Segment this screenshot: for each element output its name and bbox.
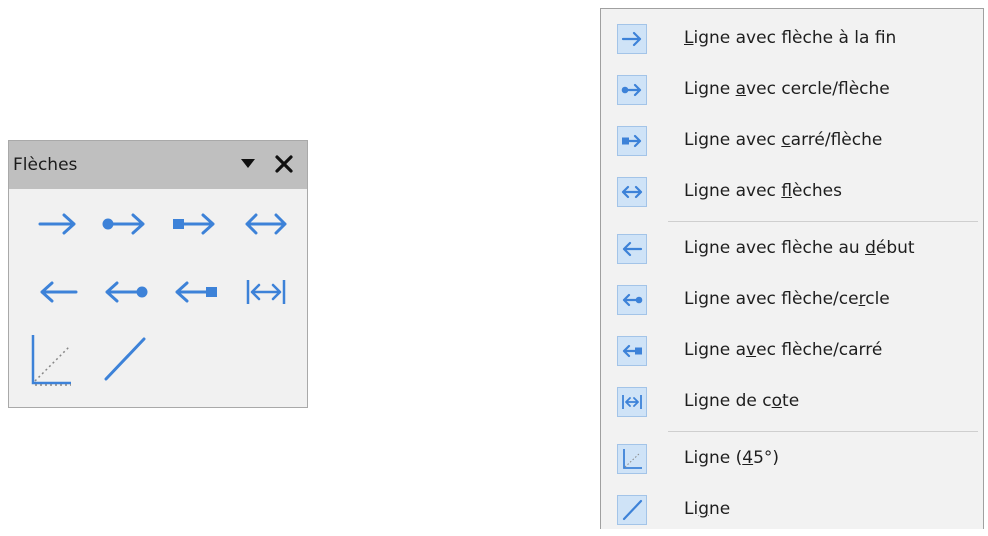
arrows-toolbar: Flèches (8, 140, 308, 408)
arrow-circle-icon (105, 281, 148, 303)
circle-arrow-icon (617, 75, 647, 105)
menu-item-line-arrow-circle[interactable]: Ligne avec flèche/cercle (601, 275, 983, 326)
menu-item-label: Ligne avec flèche/carré (684, 340, 883, 360)
toolbar-button-line-45[interactable] (19, 331, 81, 387)
menu-separator (668, 431, 978, 432)
arrow-start-icon (617, 234, 647, 264)
line-45-icon (617, 444, 647, 474)
toolbar-button-line-square-arrow[interactable] (164, 196, 226, 252)
toolbar-button-line-arrows[interactable] (235, 196, 297, 252)
menu-item-label: Ligne (684, 499, 731, 519)
menu-item-label: Ligne avec flèches (684, 181, 842, 201)
double-arrow-icon (245, 213, 287, 235)
triangle-down-icon[interactable] (239, 156, 257, 172)
menu-item-label: Ligne avec flèche/cercle (684, 289, 890, 309)
dimension-line-icon (246, 280, 286, 304)
square-arrow-icon (173, 213, 215, 235)
menu-item-label: Ligne de cote (684, 391, 800, 411)
toolbar-titlebar[interactable]: Flèches (9, 141, 307, 189)
arrow-square-icon (175, 281, 217, 303)
menu-item-line-arrow-square[interactable]: Ligne avec flèche/carré (601, 326, 983, 377)
toolbar-button-line-arrow-start[interactable] (27, 264, 89, 320)
toolbar-title: Flèches (13, 155, 78, 175)
menu-item-line-45[interactable]: Ligne (45°) (601, 434, 983, 485)
menu-item-line-arrow-start[interactable]: Ligne avec flèche au début (601, 224, 983, 275)
toolbar-button-line[interactable] (94, 331, 156, 387)
menu-item-line[interactable]: Ligne (601, 485, 983, 536)
menu-separator (668, 221, 978, 222)
arrow-circle-icon (617, 285, 647, 315)
square-arrow-icon (617, 126, 647, 156)
toolbar-button-line-arrow-end[interactable] (27, 196, 89, 252)
dimension-line-icon (617, 387, 647, 417)
line-45-icon (31, 335, 71, 386)
close-icon[interactable] (274, 154, 294, 174)
menu-item-dimension-line[interactable]: Ligne de cote (601, 377, 983, 428)
menu-item-label: Ligne (45°) (684, 448, 780, 468)
menu-item-line-square-arrow[interactable]: Ligne avec carré/flèche (601, 116, 983, 167)
menu-item-line-circle-arrow[interactable]: Ligne avec cercle/flèche (601, 65, 983, 116)
menu-item-line-arrow-end[interactable]: Ligne avec flèche à la fin (601, 14, 983, 65)
line-icon (617, 495, 647, 525)
double-arrow-icon (617, 177, 647, 207)
menu-item-label: Ligne avec carré/flèche (684, 130, 883, 150)
arrows-context-menu: Ligne avec flèche à la fin Ligne avec ce… (600, 8, 984, 529)
toolbar-button-line-circle-arrow[interactable] (94, 196, 156, 252)
arrow-end-icon (617, 24, 647, 54)
toolbar-button-dimension-line[interactable] (235, 264, 297, 320)
menu-item-line-arrows[interactable]: Ligne avec flèches (601, 167, 983, 218)
menu-item-label: Ligne avec flèche au début (684, 238, 915, 258)
arrow-start-icon (40, 281, 78, 303)
menu-item-label: Ligne avec flèche à la fin (684, 28, 897, 48)
circle-arrow-icon (102, 213, 145, 235)
line-icon (104, 337, 146, 381)
toolbar-button-line-arrow-circle[interactable] (94, 264, 156, 320)
arrow-end-icon (38, 213, 76, 235)
menu-item-label: Ligne avec cercle/flèche (684, 79, 890, 99)
arrow-square-icon (617, 336, 647, 366)
toolbar-button-line-arrow-square[interactable] (164, 264, 226, 320)
